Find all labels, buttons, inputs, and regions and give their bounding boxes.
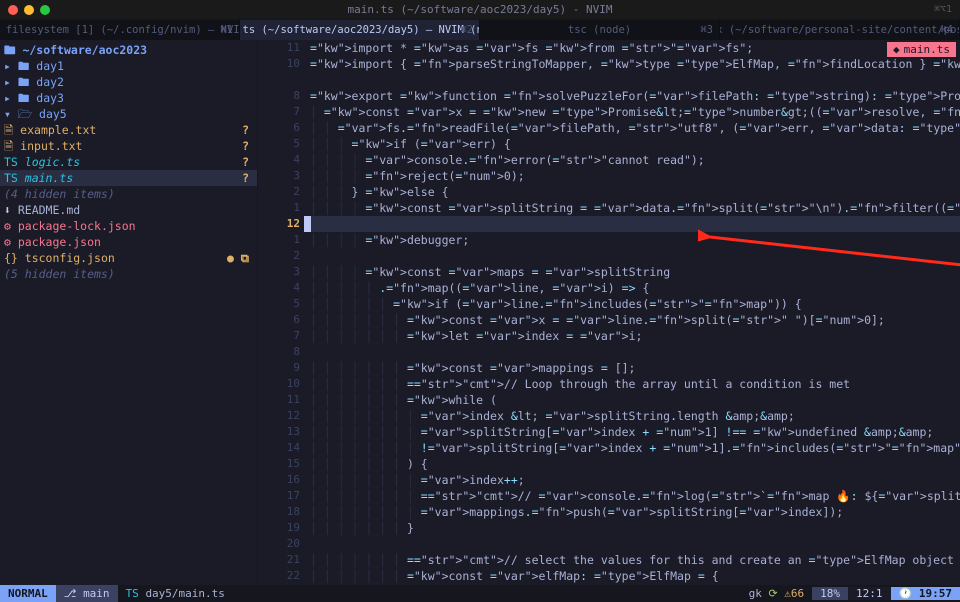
file-main-ts[interactable]: TS main.ts? [0, 170, 257, 186]
tab-neotree[interactable]: neo-tree filesystem [1] (~/.config/nvim)… [0, 20, 240, 40]
tab-shortcut: ⌘2 [460, 24, 473, 36]
window-shortcut: ⌘⌥1 [934, 4, 952, 15]
window-title: main.ts (~/software/aoc2023/day5) - NVIM [0, 3, 960, 16]
dir-day1[interactable]: ▸ 🖿 day1 [0, 58, 257, 74]
main-split: 🖿 ~/software/aoc2023 ▸ 🖿 day1 ▸ 🖿 day2 ▸… [0, 40, 960, 585]
reload-icon: ⟳ [768, 587, 777, 600]
git-status-icon: ? [242, 154, 249, 170]
branch-name: main [83, 587, 110, 600]
file-tsconfig-json[interactable]: {} tsconfig.json● ⧉ [0, 250, 257, 266]
lsp-name: gk [749, 587, 762, 600]
file-logic-ts[interactable]: TS logic.ts? [0, 154, 257, 170]
file-path: day5/main.ts [145, 587, 224, 600]
scroll-percent: 18% [812, 587, 848, 600]
tab-label: neo-tree filesystem [1] (~/.config/nvim)… [0, 24, 240, 36]
cursor [304, 216, 311, 232]
file-package-lock[interactable]: ⚙ package-lock.json [0, 218, 257, 234]
root-path: ~/software/aoc2023 [22, 42, 147, 58]
dir-day2[interactable]: ▸ 🖿 day2 [0, 74, 257, 90]
tab-label: main.ts (~/software/aoc2023/day5) – NVIM… [240, 24, 480, 36]
cursor-position: 12:1 [848, 587, 891, 600]
file-example-txt[interactable]: 🗎 example.txt? [0, 122, 257, 138]
git-status-icon: ● ⧉ [227, 250, 249, 266]
lsp-segment: gk ⟳ ⚠ 66 [741, 587, 813, 600]
clock-time: 19:57 [919, 587, 952, 600]
git-branch: ⎇ main [56, 585, 118, 602]
hidden-items-note: (4 hidden items) [0, 186, 257, 202]
explorer-root[interactable]: 🖿 ~/software/aoc2023 [0, 42, 257, 58]
git-status-icon: ? [242, 170, 249, 186]
file-input-txt[interactable]: 🗎 input.txt? [0, 138, 257, 154]
diagnostic-warn-icon: ⚠ [784, 587, 791, 600]
branch-icon: ⎇ [64, 587, 77, 600]
git-status-icon: ? [242, 138, 249, 154]
tab-shortcut: ⌘4 [940, 24, 953, 36]
file-explorer[interactable]: 🖿 ~/software/aoc2023 ▸ 🖿 day1 ▸ 🖿 day2 ▸… [0, 40, 258, 585]
tab-label: tsc (node) [568, 24, 631, 36]
clock: 🕐 19:57 [891, 587, 960, 600]
file-package-json[interactable]: ⚙ package.json [0, 234, 257, 250]
diagnostic-count: 66 [791, 587, 804, 600]
editor-pane[interactable]: ◆ main.ts 111087654321121234567891011121… [258, 40, 960, 585]
tab-shortcut: ⌘1 [220, 24, 233, 36]
tabline: neo-tree filesystem [1] (~/.config/nvim)… [0, 20, 960, 40]
code-area[interactable]: ="kw">import * ="kw">as ="var">fs ="kw">… [310, 40, 960, 585]
file-readme-md[interactable]: ⬇ README.md [0, 202, 257, 218]
clock-icon: 🕐 [899, 587, 913, 600]
dir-day5[interactable]: ▾ 🗁 day5 [0, 106, 257, 122]
tab-index-mdx[interactable]: index.mdx (~/software/personal-site/cont… [720, 20, 960, 40]
tab-shortcut: ⌘3 [700, 24, 713, 36]
tab-label: index.mdx (~/software/personal-site/cont… [720, 24, 960, 36]
tab-tsc[interactable]: tsc (node) ⌘3 [480, 20, 720, 40]
tab-main-ts[interactable]: main.ts (~/software/aoc2023/day5) – NVIM… [240, 20, 480, 40]
filetype-icon: TS [126, 587, 139, 600]
line-number-gutter: 1110876543211212345678910111213141516171… [280, 40, 304, 585]
window-titlebar: main.ts (~/software/aoc2023/day5) - NVIM… [0, 0, 960, 20]
hidden-items-note: (5 hidden items) [0, 266, 257, 282]
git-status-icon: ? [242, 122, 249, 138]
file-segment: TS day5/main.ts [118, 585, 233, 602]
statusline: NORMAL ⎇ main TS day5/main.ts gk ⟳ ⚠ 66 … [0, 585, 960, 602]
dir-day3[interactable]: ▸ 🖿 day3 [0, 90, 257, 106]
mode-indicator: NORMAL [0, 585, 56, 602]
